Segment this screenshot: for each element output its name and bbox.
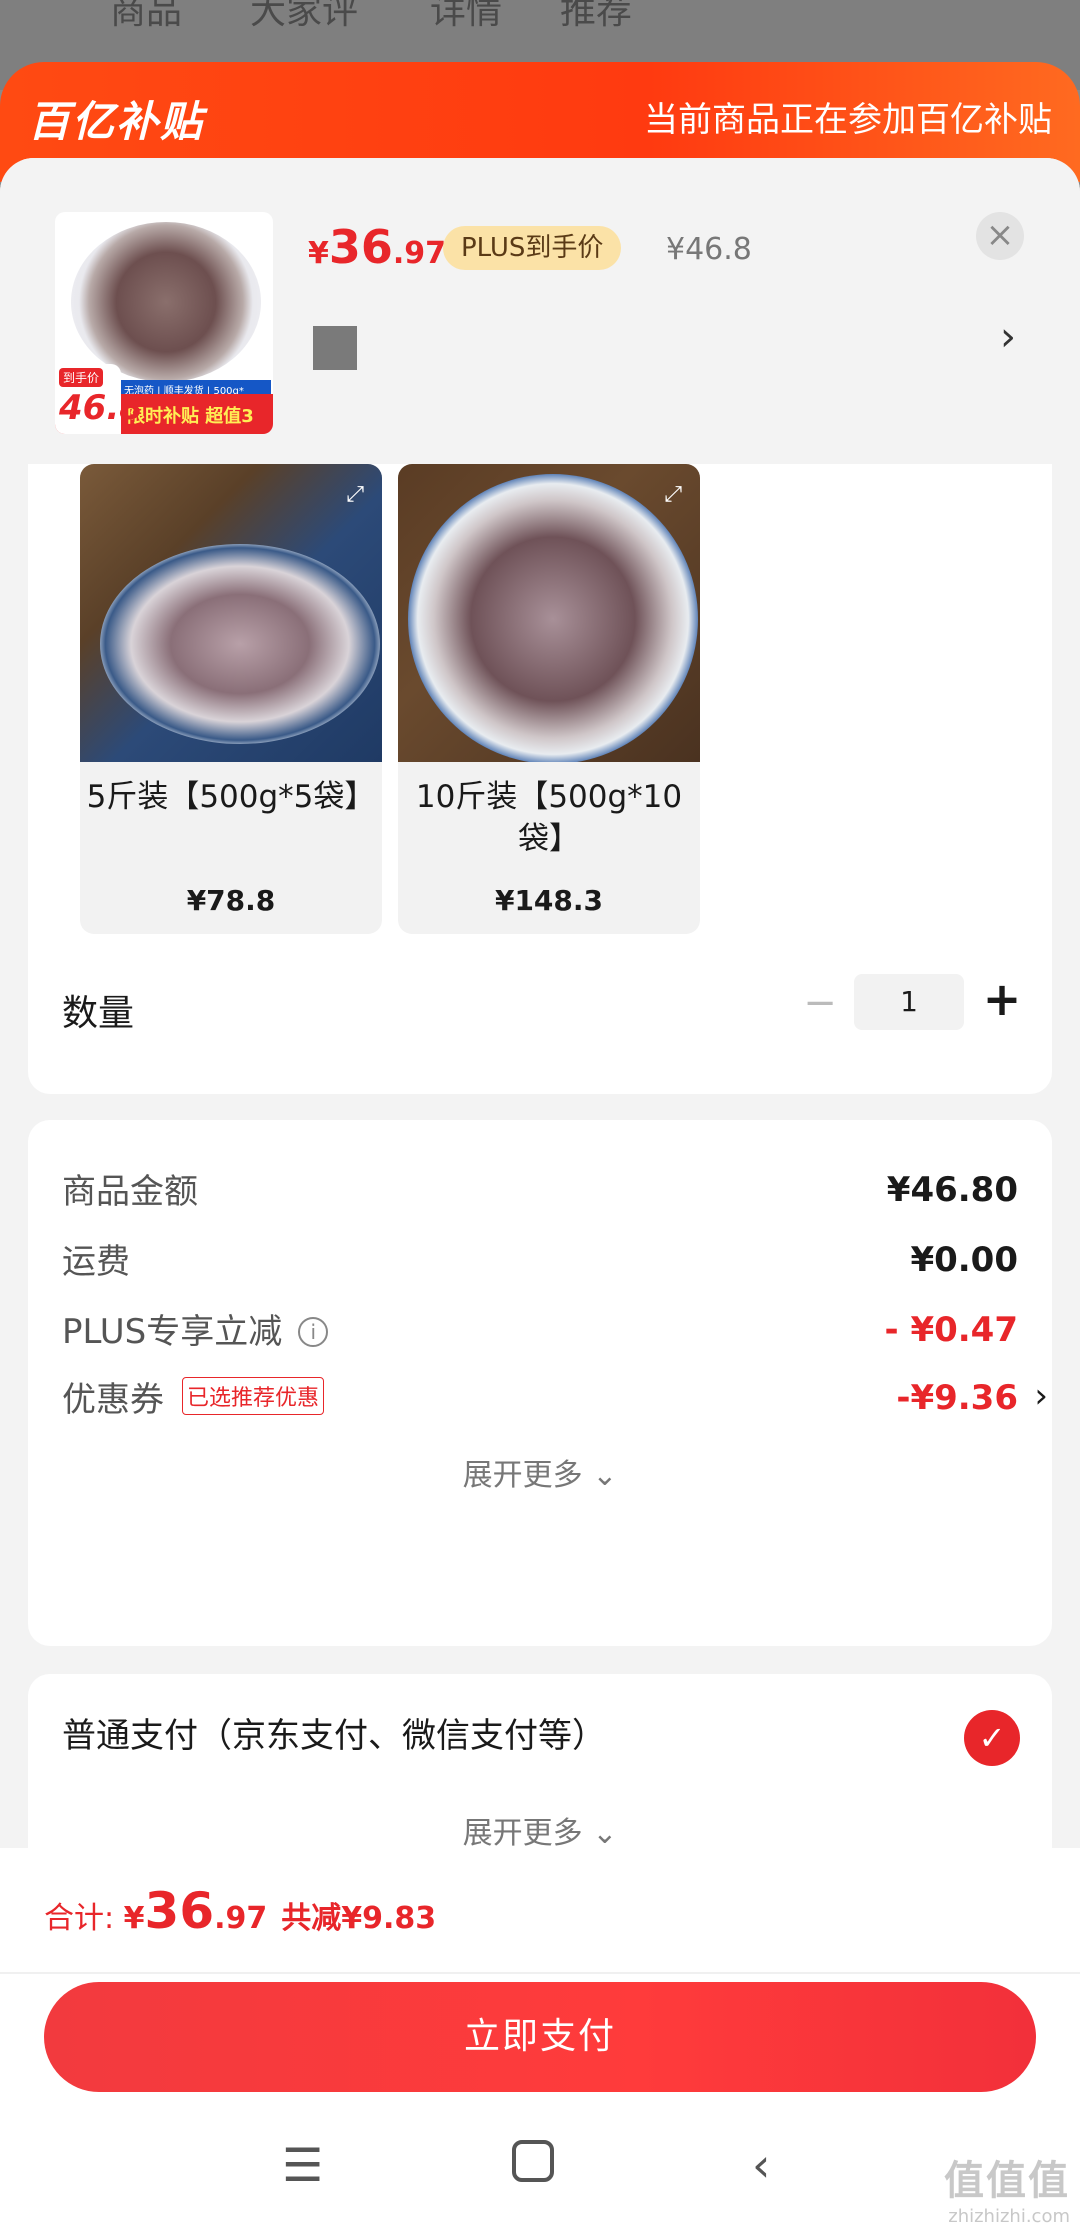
chevron-right-icon[interactable]: ›	[1000, 314, 1016, 360]
expand-more-fees[interactable]: 展开更多 ⌄	[28, 1450, 1052, 1494]
bg-tab-detail: 详情	[430, 0, 503, 32]
squid-plate-image	[100, 544, 380, 744]
thumb-tag-price: 46.8	[59, 388, 143, 428]
divider	[0, 1972, 1080, 1974]
total-label: 合计:	[44, 1901, 124, 1936]
pay-now-button[interactable]: 立即支付	[44, 1982, 1036, 2092]
watermark: 值值值 zhizhizhi.com	[944, 2148, 1070, 2227]
variant-price: ¥78.8	[186, 884, 276, 917]
plus-discount-row: PLUS专享立减 i - ¥0.47	[62, 1304, 1018, 1354]
home-icon[interactable]	[512, 2140, 554, 2182]
total-saved: 共减¥9.83	[281, 1901, 437, 1936]
product-header: 无泡药 | 顺丰发货 | 500g* 限时补贴 超值3 到手价 46.8 ¥36…	[0, 158, 1080, 464]
chevron-right-icon[interactable]: ›	[1034, 1376, 1048, 1416]
total-amount: 合计: ¥36.97 共减¥9.83	[44, 1882, 436, 1940]
variant-option[interactable]: ⤢ 5斤装【500g*5袋】 ¥78.8	[80, 464, 382, 934]
goods-amount-row: 商品金额 ¥46.80	[62, 1164, 1018, 1214]
bg-tab-reviews: 大家评	[250, 0, 359, 32]
price-int: 36	[328, 220, 393, 274]
variant-name: 5斤装【500g*5袋】	[86, 779, 376, 815]
squid-plate-image	[71, 222, 261, 382]
quantity-decrease-button[interactable]: −	[800, 980, 840, 1026]
expand-icon[interactable]: ⤢	[346, 482, 364, 507]
variant-name: 10斤装【500g*10袋】	[415, 779, 683, 857]
coupon-badge: 已选推荐优惠	[182, 1377, 325, 1415]
plus-discount-value: - ¥0.47	[884, 1310, 1019, 1350]
goods-amount-value: ¥46.80	[886, 1170, 1018, 1210]
plus-price-badge: PLUS到手价	[443, 226, 622, 270]
quantity-increase-button[interactable]: +	[980, 972, 1024, 1026]
plus-discount-label: PLUS专享立减	[62, 1312, 283, 1352]
payment-card: 普通支付（京东支付、微信支付等） ✓ 展开更多 ⌄	[28, 1674, 1052, 1874]
variant-image: ⤢	[80, 464, 382, 762]
quantity-input[interactable]: 1	[854, 974, 964, 1030]
bottom-bar: 合计: ¥36.97 共减¥9.83 立即支付 ☰ ‹ 值值值 zhizhizhi…	[0, 1848, 1080, 2233]
subsidy-logo: 百亿补贴	[28, 97, 205, 146]
menu-icon[interactable]: ☰	[282, 2138, 323, 2192]
close-icon: ×	[985, 215, 1015, 255]
coupon-value: -¥9.36	[896, 1378, 1018, 1418]
system-nav-bar: ☰ ‹	[0, 2138, 1080, 2218]
thumb-promo-text: 限时补贴 超值3	[127, 406, 254, 427]
plus-discount-label-wrap: PLUS专享立减 i	[62, 1304, 329, 1353]
thumb-price-tag: 到手价 46.8	[55, 364, 143, 434]
total-dec: .97	[214, 1901, 268, 1936]
selected-spec-swatch	[313, 326, 357, 370]
back-icon[interactable]: ‹	[752, 2138, 770, 2192]
price-yen: ¥	[308, 236, 329, 271]
total-int: 36	[144, 1882, 215, 1940]
bg-tab-product: 商品	[110, 0, 183, 32]
spec-card: ⤢ 5斤装【500g*5袋】 ¥78.8 ⤢ 10斤装【500g*10袋】 ¥1…	[28, 464, 1052, 1094]
checkmark-icon[interactable]: ✓	[964, 1710, 1020, 1766]
payment-method-label[interactable]: 普通支付（京东支付、微信支付等）	[62, 1708, 606, 1757]
close-button[interactable]: ×	[976, 212, 1024, 260]
watermark-url: zhizhizhi.com	[948, 2206, 1070, 2227]
squid-plate-image	[408, 474, 698, 762]
shipping-value: ¥0.00	[910, 1240, 1018, 1280]
coupon-label: 优惠券	[62, 1380, 164, 1420]
expand-icon[interactable]: ⤢	[664, 482, 682, 507]
variant-image: ⤢	[398, 464, 700, 762]
subsidy-text: 当前商品正在参加百亿补贴	[644, 100, 1052, 140]
variant-option[interactable]: ⤢ 10斤装【500g*10袋】 ¥148.3	[398, 464, 700, 934]
info-icon[interactable]: i	[298, 1317, 329, 1347]
coupon-row[interactable]: 优惠券 已选推荐优惠 -¥9.36 ›	[62, 1372, 1048, 1422]
coupon-label-wrap: 优惠券 已选推荐优惠	[62, 1372, 325, 1421]
variant-price: ¥148.3	[494, 884, 604, 917]
current-price: ¥36.97	[308, 220, 446, 274]
shipping-label: 运费	[62, 1242, 130, 1282]
original-price: ¥46.8	[666, 232, 752, 267]
price-dec: .97	[392, 236, 447, 271]
expand-more-payment[interactable]: 展开更多 ⌄	[28, 1808, 1052, 1852]
quantity-label: 数量	[62, 993, 135, 1034]
thumb-tag-label: 到手价	[59, 368, 104, 387]
shipping-row: 运费 ¥0.00	[62, 1234, 1018, 1284]
watermark-logo: 值值值	[944, 2158, 1070, 2204]
total-yen: ¥	[123, 1901, 145, 1936]
bg-tab-recommend: 推荐	[560, 0, 633, 32]
fee-card: 商品金额 ¥46.80 运费 ¥0.00 PLUS专享立减 i - ¥0.47 优…	[28, 1120, 1052, 1646]
product-thumbnail[interactable]: 无泡药 | 顺丰发货 | 500g* 限时补贴 超值3 到手价 46.8	[55, 212, 273, 434]
goods-amount-label: 商品金额	[62, 1172, 198, 1212]
